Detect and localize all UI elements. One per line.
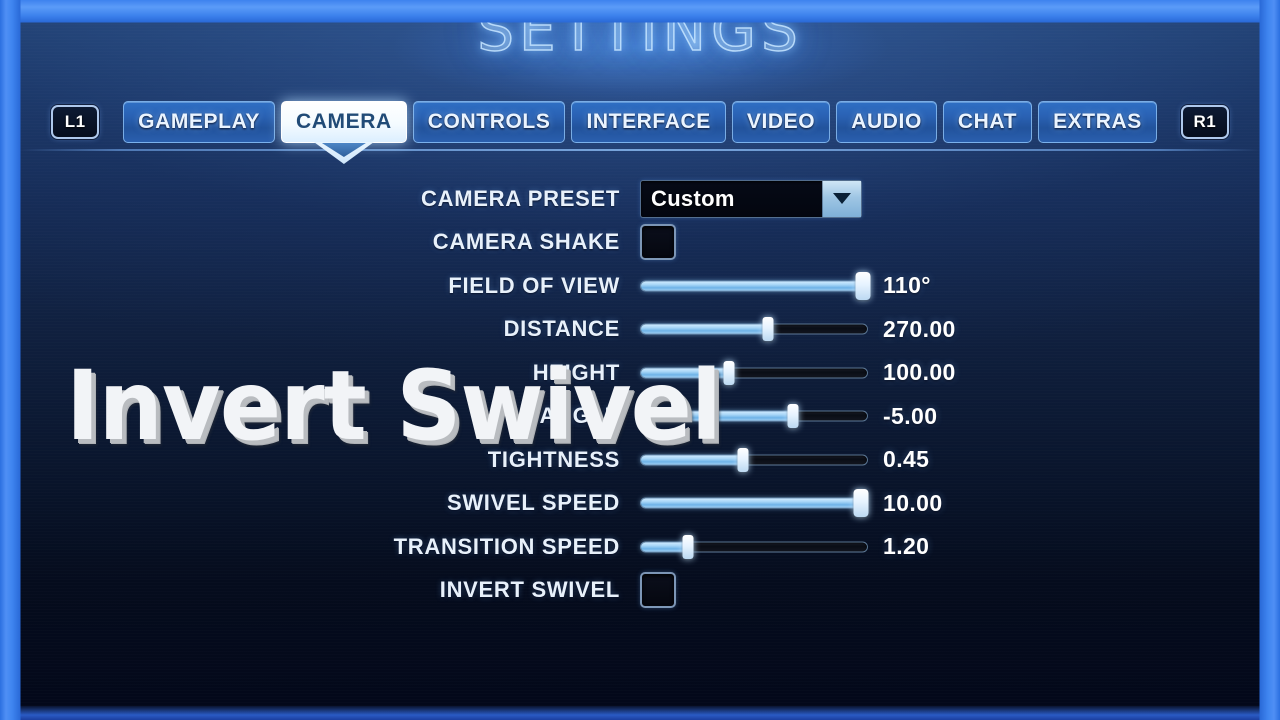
setting-label: TIGHTNESS	[487, 446, 620, 472]
setting-row: SWIVEL SPEED 10.00	[20, 482, 1260, 526]
setting-value: 110°	[883, 272, 931, 299]
setting-label: TRANSITION SPEED	[393, 533, 620, 559]
tab-video[interactable]: VIDEO	[731, 101, 831, 143]
active-tab-chevron-down-icon	[313, 142, 374, 164]
tab-interface[interactable]: INTERFACE	[571, 101, 726, 143]
slider-thumb[interactable]	[737, 447, 749, 472]
setting-row: HEIGHT 100.00	[20, 351, 1260, 395]
setting-control	[640, 404, 868, 429]
setting-value: -5.00	[883, 402, 938, 429]
slider-thumb[interactable]	[682, 534, 694, 559]
slider-tightness[interactable]	[640, 447, 868, 472]
setting-control	[640, 534, 868, 559]
setting-control	[640, 224, 676, 261]
tab-camera[interactable]: CAMERA	[281, 101, 407, 164]
slider-transition-speed[interactable]	[640, 534, 868, 559]
slider-swivel-speed[interactable]	[640, 489, 869, 518]
slider-angle[interactable]	[640, 404, 868, 429]
setting-label: ANGLE	[539, 403, 620, 429]
tab-label: CHAT	[957, 110, 1018, 133]
slider-thumb[interactable]	[853, 489, 869, 518]
shoulder-button-l1[interactable]: L1	[51, 105, 100, 139]
setting-row: TIGHTNESS 0.45	[20, 438, 1260, 482]
setting-label: INVERT SWIVEL	[439, 577, 620, 603]
setting-row: INVERT SWIVEL	[20, 569, 1260, 613]
slider-fill	[641, 455, 742, 465]
setting-row: DISTANCE 270.00	[20, 308, 1260, 352]
slider-fill	[641, 498, 861, 508]
page-title-container: SETTINGS	[20, 0, 1260, 76]
setting-row: CAMERA PRESET Custom	[20, 177, 1260, 221]
slider-thumb[interactable]	[787, 404, 799, 429]
setting-control	[640, 447, 868, 472]
setting-value: 0.45	[883, 446, 930, 473]
setting-row: CAMERA SHAKE	[20, 221, 1260, 265]
setting-value: 10.00	[883, 489, 943, 516]
settings-screen: SETTINGS L1 GAMEPLAY CAMERA CONTROLS INTERFA…	[0, 0, 1280, 720]
setting-control	[640, 489, 869, 518]
page-title: SETTINGS	[476, 0, 803, 65]
slider-thumb[interactable]	[723, 360, 735, 385]
tab-controls[interactable]: CONTROLS	[412, 101, 566, 143]
slider-fill	[641, 411, 792, 421]
slider-fill	[641, 281, 863, 291]
tab-label: VIDEO	[746, 110, 816, 133]
setting-label: CAMERA SHAKE	[432, 229, 620, 255]
tab-chat[interactable]: CHAT	[942, 101, 1033, 143]
setting-value: 1.20	[883, 533, 930, 560]
slider-height[interactable]	[640, 360, 868, 385]
settings-rows: CAMERA PRESET Custom CAMERA SHAKE FIELD OF …	[20, 177, 1260, 612]
tab-label: INTERFACE	[586, 110, 711, 133]
slider-fill	[641, 324, 767, 334]
slider-distance[interactable]	[640, 317, 868, 342]
tab-label: GAMEPLAY	[138, 110, 261, 133]
tab-extras[interactable]: EXTRAS	[1038, 101, 1157, 143]
tab-divider	[20, 149, 1260, 151]
tab-label: AUDIO	[851, 110, 922, 133]
setting-row: ANGLE -5.00	[20, 395, 1260, 439]
setting-row: TRANSITION SPEED 1.20	[20, 525, 1260, 569]
slider-field-of-view[interactable]	[640, 271, 871, 300]
setting-control: Custom	[640, 179, 862, 218]
setting-control	[640, 317, 868, 342]
camera-preset-dropdown[interactable]: Custom	[640, 179, 862, 218]
setting-value: 100.00	[883, 359, 956, 386]
slider-thumb[interactable]	[855, 271, 871, 300]
tab-label: CONTROLS	[427, 110, 551, 133]
setting-row: FIELD OF VIEW 110°	[20, 264, 1260, 308]
setting-label: HEIGHT	[532, 359, 620, 385]
tab-gameplay[interactable]: GAMEPLAY	[123, 101, 276, 143]
setting-label: SWIVEL SPEED	[446, 490, 620, 516]
setting-label: FIELD OF VIEW	[448, 272, 620, 298]
tab-bar: L1 GAMEPLAY CAMERA CONTROLS INTERFACE VIDEO AU…	[20, 98, 1260, 164]
setting-control	[640, 271, 871, 300]
shoulder-button-r1[interactable]: R1	[1180, 105, 1229, 139]
setting-value: 270.00	[883, 315, 956, 342]
setting-label: DISTANCE	[503, 316, 620, 342]
tab-label: CAMERA	[296, 110, 392, 133]
checkbox-camera-shake[interactable]	[640, 224, 676, 261]
setting-label: CAMERA PRESET	[421, 185, 620, 211]
slider-fill	[641, 368, 728, 378]
slider-thumb[interactable]	[762, 317, 774, 342]
dropdown-selected-value: Custom	[651, 185, 735, 211]
setting-control	[640, 572, 676, 609]
tab-label: EXTRAS	[1053, 110, 1142, 133]
settings-panel: SETTINGS L1 GAMEPLAY CAMERA CONTROLS INTERFA…	[20, 0, 1260, 706]
chevron-down-icon[interactable]	[822, 180, 861, 217]
tab-audio[interactable]: AUDIO	[836, 101, 937, 143]
slider-fill	[641, 542, 687, 552]
checkbox-invert-swivel[interactable]	[640, 572, 676, 609]
setting-control	[640, 360, 868, 385]
